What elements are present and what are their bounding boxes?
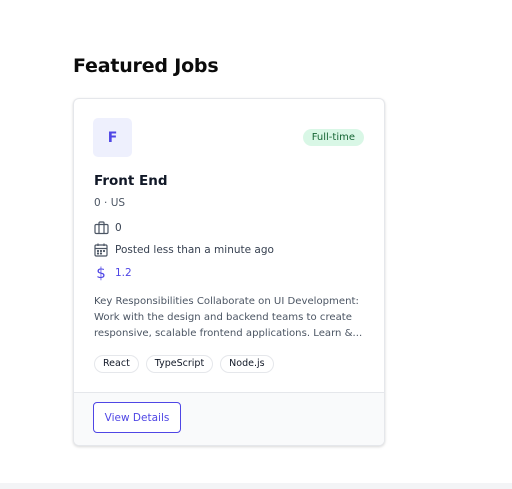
experience-value: 0 (115, 222, 122, 234)
salary-row: $ 1.2 (93, 265, 132, 281)
skill-tags: React TypeScript Node.js (94, 355, 274, 373)
job-card[interactable]: F Full-time Front End 0 · US 0 Posted le… (73, 98, 385, 446)
posted-text: Posted less than a minute ago (115, 244, 274, 256)
posted-row: Posted less than a minute ago (93, 242, 274, 258)
dollar-symbol: $ (96, 264, 106, 282)
skill-tag: React (94, 355, 139, 373)
briefcase-icon (93, 220, 109, 236)
page-bottom-divider (0, 483, 512, 489)
job-description: Key Responsibilities Collaborate on UI D… (94, 296, 363, 339)
skill-tag: Node.js (220, 355, 274, 373)
card-footer: View Details (74, 392, 384, 445)
calendar-icon (93, 242, 109, 258)
view-details-button[interactable]: View Details (93, 402, 181, 433)
employment-type-badge: Full-time (302, 129, 364, 146)
experience-row: 0 (93, 220, 122, 236)
dollar-icon: $ (93, 265, 109, 281)
job-title[interactable]: Front End (94, 173, 168, 189)
job-location: 0 · US (94, 197, 126, 209)
company-logo: F (93, 118, 132, 157)
page: Featured Jobs F Full-time Front End 0 · … (0, 0, 512, 489)
salary-value: 1.2 (115, 267, 132, 279)
skill-tag: TypeScript (145, 355, 214, 373)
section-title: Featured Jobs (73, 55, 219, 77)
